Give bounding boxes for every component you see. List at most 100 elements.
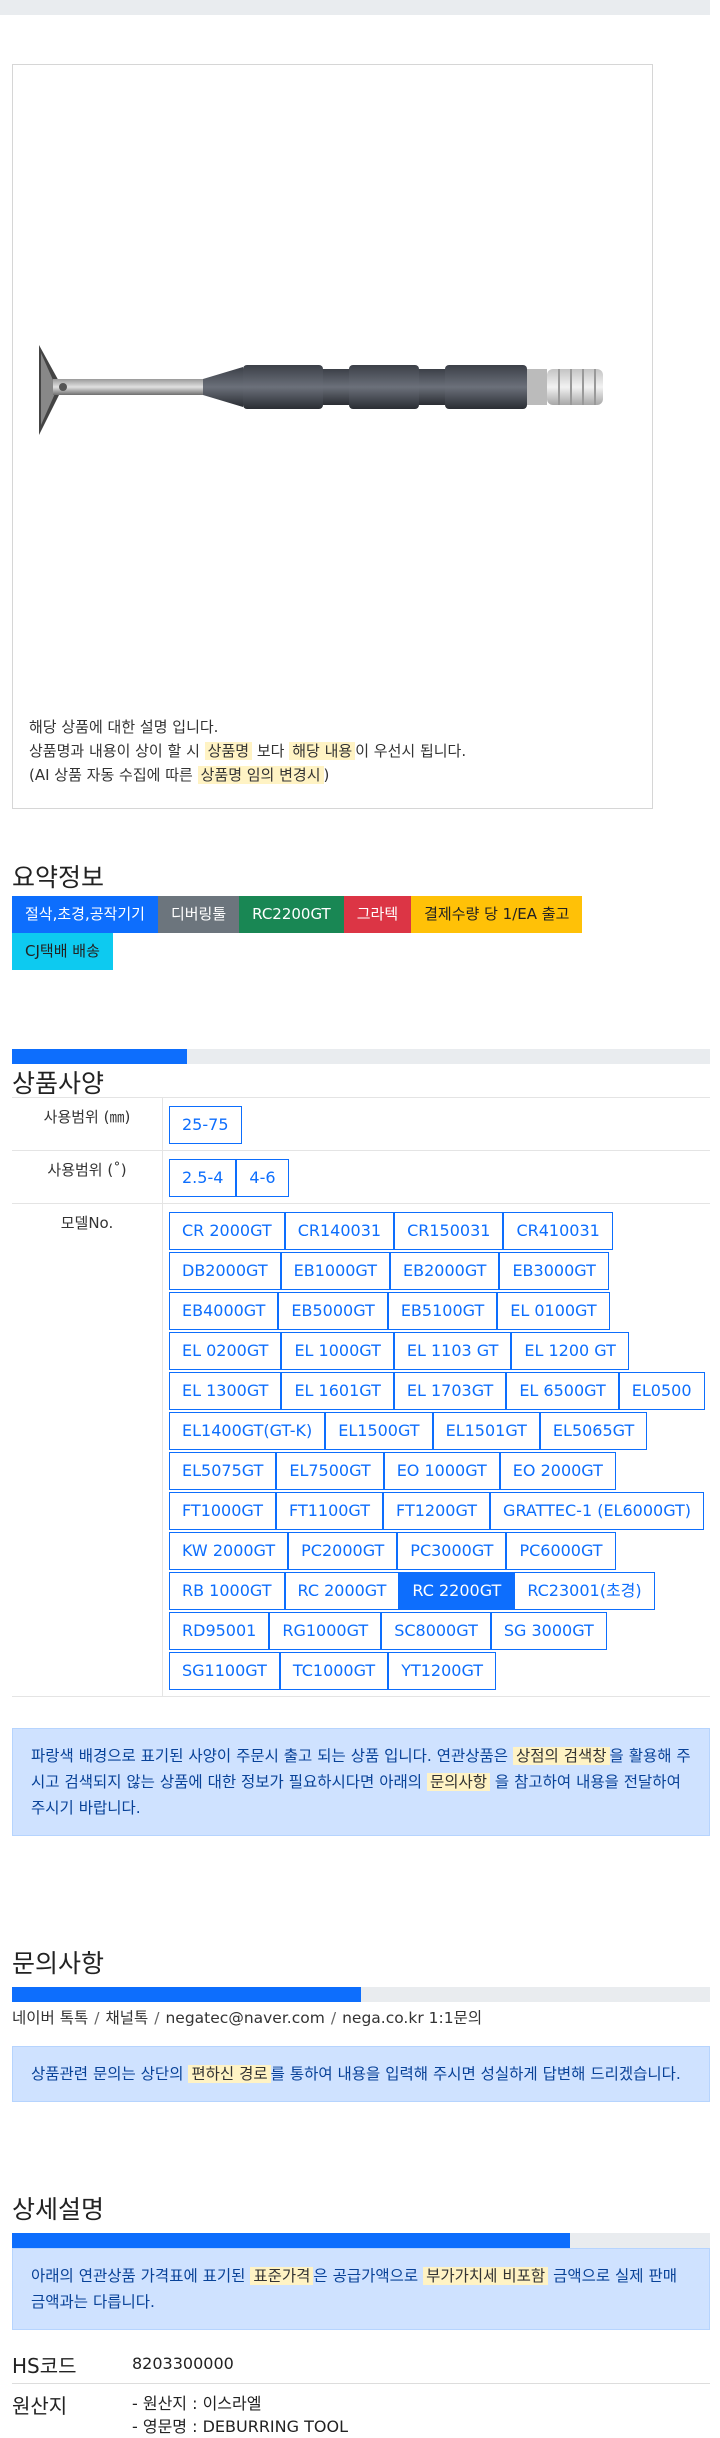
spec-option-chip[interactable]: EL 6500GT bbox=[506, 1372, 619, 1410]
summary-title: 요약정보 bbox=[12, 863, 105, 892]
detail-notice-mid: 은 공급가액으로 bbox=[313, 2267, 419, 2285]
summary-badge: 절삭,초경,공작기기 bbox=[12, 896, 158, 933]
spec-table: 사용범위 (㎜) 25-75 사용범위 (˚) 2.5-4 4-6 모델No. CR 200… bbox=[12, 1097, 710, 1697]
spec-option-chip[interactable]: KW 2000GT bbox=[169, 1532, 289, 1570]
origin-value: - 원산지 : 이스라엘 - 영문명 : DEBURRING TOOL bbox=[132, 2392, 348, 2438]
spec-option-chip[interactable]: EB5100GT bbox=[387, 1292, 498, 1330]
spec-option-chip[interactable]: EL 1000GT bbox=[281, 1332, 394, 1370]
desc-line-3-pre: (AI 상품 자동 수집에 따른 bbox=[29, 766, 193, 784]
desc-line-2-post: 이 우선시 됩니다. bbox=[355, 742, 467, 760]
spec-notice-hl1: 상점의 검색창 bbox=[513, 1747, 610, 1765]
inquiry-channel-link[interactable]: nega.co.kr 1:1문의 bbox=[342, 2009, 482, 2027]
spec-option-chip[interactable]: EB1000GT bbox=[280, 1252, 391, 1290]
spec-option-chip[interactable]: PC6000GT bbox=[506, 1532, 616, 1570]
spec-option-chip[interactable]: GRATTEC-1 (EL6000GT) bbox=[490, 1492, 705, 1530]
spec-progress-fill bbox=[12, 1049, 187, 1064]
spec-option-chip[interactable]: YT1200GT bbox=[388, 1652, 497, 1690]
spec-option-chip[interactable]: RG1000GT bbox=[269, 1612, 382, 1650]
spec-option-chip[interactable]: CR140031 bbox=[284, 1212, 395, 1250]
spec-progress-bar bbox=[12, 1049, 710, 1064]
spec-option-chip[interactable]: EB5000GT bbox=[278, 1292, 388, 1330]
spec-option-chip[interactable]: FT1200GT bbox=[383, 1492, 491, 1530]
spec-notice-pre: 파랑색 배경으로 표기된 사양이 주문시 출고 되는 상품 입니다. 연관상품은 bbox=[31, 1747, 509, 1765]
inquiry-notice-pre: 상품관련 문의는 상단의 bbox=[31, 2065, 184, 2083]
spec-option-chip[interactable]: EO 2000GT bbox=[499, 1452, 616, 1490]
spec-option-chip[interactable]: RC23001(초경) bbox=[514, 1572, 655, 1610]
origin-label: 원산지 bbox=[12, 2394, 68, 2418]
spec-option-chip[interactable]: DB2000GT bbox=[169, 1252, 281, 1290]
spec-option-chip[interactable]: SG 3000GT bbox=[490, 1612, 607, 1650]
desc-line-2-hl1: 상품명 bbox=[204, 742, 253, 760]
inquiry-channel-link[interactable]: 채널톡 bbox=[105, 2009, 148, 2027]
summary-badge: 결제수량 당 1/EA 출고 bbox=[411, 896, 583, 933]
spec-option-chip[interactable]: EL 1103 GT bbox=[393, 1332, 512, 1370]
hs-code-label: HS코드 bbox=[12, 2354, 77, 2378]
inquiry-notice-hl: 편하신 경로 bbox=[188, 2065, 271, 2083]
separator: / bbox=[94, 2009, 100, 2027]
spec-option-chip[interactable]: EL5065GT bbox=[539, 1412, 648, 1450]
spec-notice: 파랑색 배경으로 표기된 사양이 주문시 출고 되는 상품 입니다. 연관상품은… bbox=[12, 1728, 710, 1836]
desc-line-3: (AI 상품 자동 수집에 따른 상품명 임의 변경시) bbox=[29, 763, 466, 787]
spec-option-chip[interactable]: PC3000GT bbox=[397, 1532, 507, 1570]
spec-option-chip[interactable]: EB3000GT bbox=[499, 1252, 609, 1290]
spec-option-chip[interactable]: RB 1000GT bbox=[169, 1572, 285, 1610]
spec-option-chip[interactable]: EL 1300GT bbox=[169, 1372, 282, 1410]
spec-option-chip[interactable]: RC 2000GT bbox=[284, 1572, 400, 1610]
inquiry-channel-link[interactable]: 네이버 톡톡 bbox=[12, 2009, 88, 2027]
spec-option-chip[interactable]: EL5075GT bbox=[169, 1452, 277, 1490]
spec-option-chip[interactable]: EL7500GT bbox=[276, 1452, 384, 1490]
spec-option-chip[interactable]: EL 0100GT bbox=[497, 1292, 610, 1330]
inquiry-channel-link[interactable]: negatec@naver.com bbox=[165, 2009, 324, 2027]
spec-option-chip[interactable]: 25-75 bbox=[169, 1106, 242, 1144]
spec-option-chip[interactable]: CR 2000GT bbox=[169, 1212, 285, 1250]
detail-notice: 아래의 연관상품 가격표에 표기된 표준가격 은 공급가액으로 부가가치세 비포함… bbox=[12, 2248, 710, 2330]
detail-title: 상세설명 bbox=[12, 2195, 105, 2224]
spec-option-chip[interactable]: EO 1000GT bbox=[383, 1452, 500, 1490]
spec-option-chip[interactable]: EB2000GT bbox=[390, 1252, 500, 1290]
spec-option-chip[interactable]: EL 1703GT bbox=[393, 1372, 507, 1410]
spec-option-chip[interactable]: CR410031 bbox=[503, 1212, 613, 1250]
spec-option-chip[interactable]: EL 0200GT bbox=[169, 1332, 282, 1370]
desc-line-2-mid: 보다 bbox=[256, 742, 285, 760]
summary-badges: 절삭,초경,공작기기 디버링툴 RC2200GT 그라텍 결제수량 당 1/EA 출고 C… bbox=[12, 896, 652, 970]
summary-badge: CJ택배 배송 bbox=[12, 933, 113, 970]
summary-badge: 디버링툴 bbox=[157, 896, 240, 933]
spec-row: 사용범위 (˚) 2.5-4 4-6 bbox=[12, 1151, 710, 1204]
separator: / bbox=[330, 2009, 337, 2027]
spec-option-chip[interactable]: PC2000GT bbox=[288, 1532, 398, 1570]
product-image-card: 해당 상품에 대한 설명 입니다. 상품명과 내용이 상이 할 시 상품명 보다… bbox=[12, 64, 653, 809]
spec-option-chip[interactable]: 4-6 bbox=[236, 1159, 289, 1197]
desc-line-2-hl2: 해당 내용 bbox=[289, 742, 356, 760]
spec-label: 사용범위 (˚) bbox=[47, 1161, 127, 1179]
deburring-tool-image bbox=[39, 345, 603, 435]
spec-option-chip[interactable]: EL 1200 GT bbox=[511, 1332, 629, 1370]
product-description: 해당 상품에 대한 설명 입니다. 상품명과 내용이 상이 할 시 상품명 보다… bbox=[29, 715, 466, 787]
spec-option-chip[interactable]: RD95001 bbox=[169, 1612, 270, 1650]
spec-label: 모델No. bbox=[60, 1214, 114, 1232]
spec-option-chip[interactable]: EL0500 bbox=[618, 1372, 705, 1410]
hs-code-value: 8203300000 bbox=[132, 2354, 234, 2373]
desc-line-1: 해당 상품에 대한 설명 입니다. bbox=[29, 718, 219, 736]
hs-code-row: HS코드 8203300000 bbox=[12, 2350, 710, 2384]
desc-line-3-hl: 상품명 임의 변경시 bbox=[197, 766, 324, 784]
spec-option-chip[interactable]: EL1500GT bbox=[325, 1412, 433, 1450]
summary-badge: 그라텍 bbox=[343, 896, 412, 933]
origin-line-2: - 영문명 : DEBURRING TOOL bbox=[132, 2417, 348, 2436]
inquiry-title: 문의사항 bbox=[12, 1949, 105, 1978]
spec-option-chip[interactable]: EB4000GT bbox=[169, 1292, 279, 1330]
spec-values: 2.5-4 4-6 bbox=[162, 1151, 710, 1203]
detail-progress-bar bbox=[12, 2233, 710, 2248]
spec-option-chip[interactable]: FT1000GT bbox=[169, 1492, 277, 1530]
spec-option-chip[interactable]: CR150031 bbox=[394, 1212, 504, 1250]
spec-option-chip[interactable]: EL 1601GT bbox=[281, 1372, 394, 1410]
spec-option-chip[interactable]: RC 2200GT bbox=[399, 1572, 515, 1610]
desc-line-2: 상품명과 내용이 상이 할 시 상품명 보다 해당 내용 이 우선시 됩니다. bbox=[29, 739, 466, 763]
spec-option-chip[interactable]: TC1000GT bbox=[279, 1652, 389, 1690]
spec-option-chip[interactable]: 2.5-4 bbox=[169, 1159, 237, 1197]
spec-option-chip[interactable]: SC8000GT bbox=[381, 1612, 491, 1650]
spec-row: 사용범위 (㎜) 25-75 bbox=[12, 1098, 710, 1151]
spec-option-chip[interactable]: EL1501GT bbox=[432, 1412, 540, 1450]
spec-option-chip[interactable]: FT1100GT bbox=[276, 1492, 384, 1530]
spec-option-chip[interactable]: EL1400GT(GT-K) bbox=[169, 1412, 326, 1450]
spec-option-chip[interactable]: SG1100GT bbox=[169, 1652, 280, 1690]
